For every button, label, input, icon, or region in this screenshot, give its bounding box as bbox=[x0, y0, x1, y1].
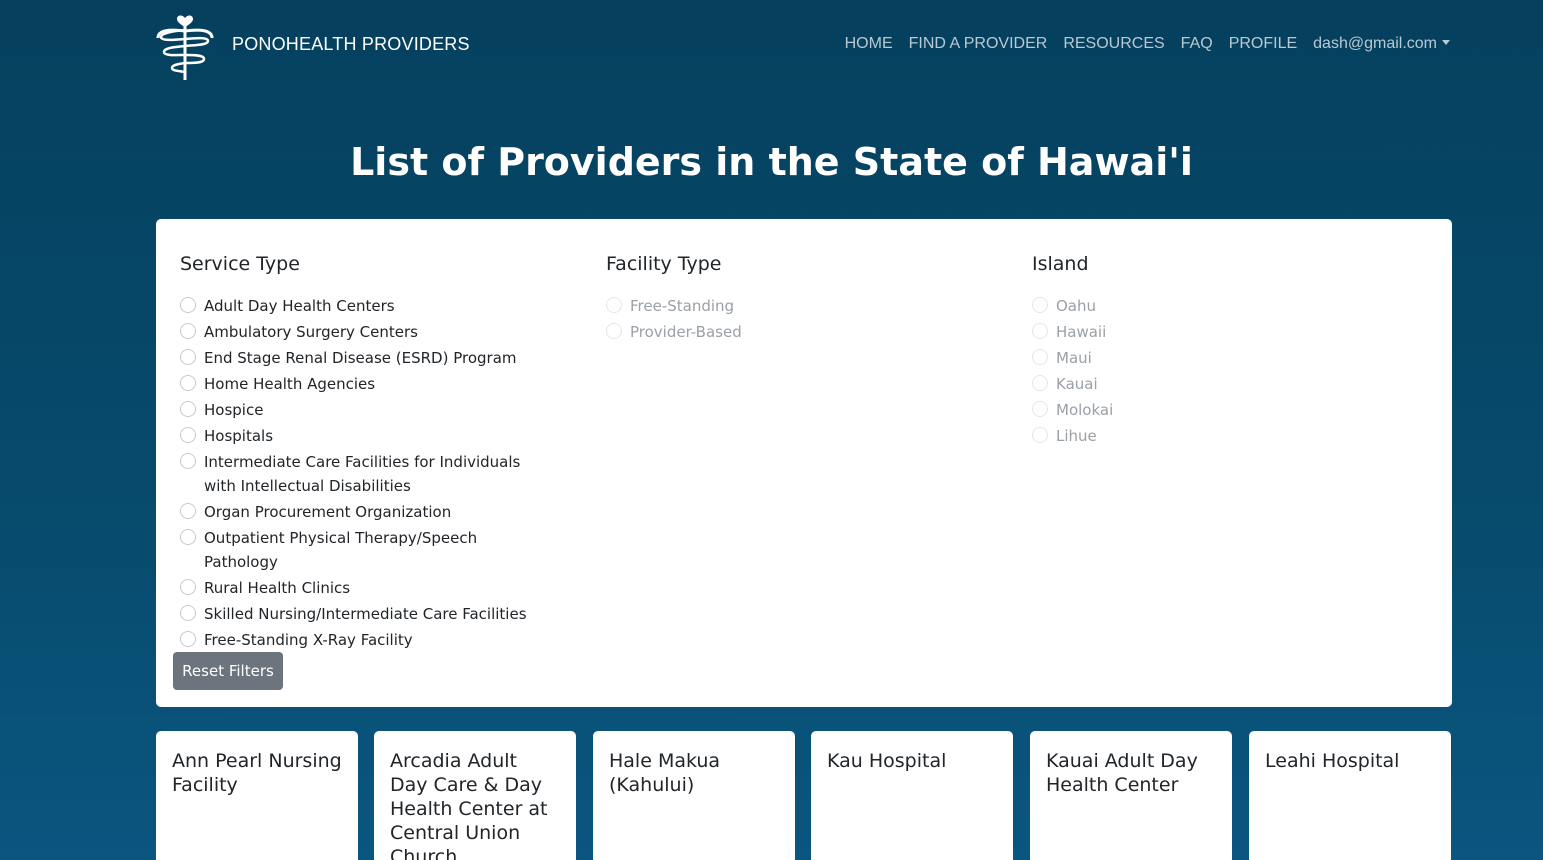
island-option-kauai[interactable]: Kauai bbox=[1032, 372, 1432, 396]
provider-name: Arcadia Adult Day Care & Day Health Cent… bbox=[390, 750, 548, 860]
radio-button[interactable] bbox=[606, 323, 622, 339]
service-option-ambulatory-surgery[interactable]: Ambulatory Surgery Centers bbox=[180, 320, 580, 344]
provider-card[interactable]: Leahi Hospital bbox=[1249, 731, 1451, 860]
provider-name: Kauai Adult Day Health Center bbox=[1046, 750, 1198, 796]
service-type-heading: Service Type bbox=[180, 253, 300, 275]
radio-button[interactable] bbox=[180, 375, 196, 391]
provider-card[interactable]: Ann Pearl Nursing Facility bbox=[156, 731, 358, 860]
island-option-oahu[interactable]: Oahu bbox=[1032, 294, 1432, 318]
service-option-home-health[interactable]: Home Health Agencies bbox=[180, 372, 580, 396]
radio-button[interactable] bbox=[1032, 401, 1048, 417]
radio-button[interactable] bbox=[180, 323, 196, 339]
radio-button[interactable] bbox=[1032, 349, 1048, 365]
radio-button[interactable] bbox=[180, 349, 196, 365]
radio-button[interactable] bbox=[1032, 297, 1048, 313]
caduceus-logo-icon bbox=[156, 15, 214, 80]
reset-filters-button[interactable]: Reset Filters bbox=[173, 652, 283, 690]
radio-button[interactable] bbox=[180, 427, 196, 443]
provider-name: Kau Hospital bbox=[827, 750, 947, 772]
nav-find-provider[interactable]: FIND A PROVIDER bbox=[909, 35, 1048, 53]
nav-home[interactable]: HOME bbox=[845, 35, 893, 53]
island-option-hawaii[interactable]: Hawaii bbox=[1032, 320, 1432, 344]
radio-button[interactable] bbox=[180, 453, 196, 469]
nav-links: HOME FIND A PROVIDER RESOURCES FAQ PROFI… bbox=[829, 35, 1450, 53]
nav-profile[interactable]: PROFILE bbox=[1229, 35, 1297, 53]
radio-button[interactable] bbox=[606, 297, 622, 313]
radio-button[interactable] bbox=[180, 503, 196, 519]
radio-button[interactable] bbox=[180, 631, 196, 647]
brand-name: PONOHEALTH PROVIDERS bbox=[232, 33, 470, 54]
island-option-maui[interactable]: Maui bbox=[1032, 346, 1432, 370]
nav-resources[interactable]: RESOURCES bbox=[1063, 35, 1164, 53]
island-option-molokai[interactable]: Molokai bbox=[1032, 398, 1432, 422]
service-option-rural-health[interactable]: Rural Health Clinics bbox=[180, 576, 580, 600]
island-filter: Island Oahu Hawaii Maui Kauai Molokai Li… bbox=[1032, 253, 1432, 450]
user-email: dash@gmail.com bbox=[1313, 35, 1437, 52]
service-option-intermediate-care[interactable]: Intermediate Care Facilities for Individ… bbox=[180, 450, 580, 498]
service-option-adult-day-health[interactable]: Adult Day Health Centers bbox=[180, 294, 580, 318]
service-type-filter: Service Type Adult Day Health Centers Am… bbox=[180, 253, 580, 654]
brand[interactable]: PONOHEALTH PROVIDERS bbox=[156, 6, 470, 82]
provider-name: Hale Makua (Kahului) bbox=[609, 750, 721, 796]
navbar: PONOHEALTH PROVIDERS HOME FIND A PROVIDE… bbox=[156, 0, 1450, 88]
island-option-lihue[interactable]: Lihue bbox=[1032, 424, 1432, 448]
user-menu-dropdown[interactable]: dash@gmail.com bbox=[1313, 35, 1450, 53]
facility-type-heading: Facility Type bbox=[606, 253, 722, 275]
service-option-outpatient-therapy[interactable]: Outpatient Physical Therapy/Speech Patho… bbox=[180, 526, 580, 574]
nav-faq[interactable]: FAQ bbox=[1181, 35, 1213, 53]
radio-button[interactable] bbox=[1032, 375, 1048, 391]
radio-button[interactable] bbox=[180, 297, 196, 313]
service-option-skilled-nursing[interactable]: Skilled Nursing/Intermediate Care Facili… bbox=[180, 602, 580, 626]
facility-option-provider-based[interactable]: Provider-Based bbox=[606, 320, 1006, 344]
filter-card: Service Type Adult Day Health Centers Am… bbox=[156, 219, 1452, 707]
page-title: List of Providers in the State of Hawai'… bbox=[350, 140, 1193, 184]
service-option-esrd[interactable]: End Stage Renal Disease (ESRD) Program bbox=[180, 346, 580, 370]
radio-button[interactable] bbox=[1032, 323, 1048, 339]
service-option-organ-procurement[interactable]: Organ Procurement Organization bbox=[180, 500, 580, 524]
island-heading: Island bbox=[1032, 253, 1089, 275]
service-option-hospitals[interactable]: Hospitals bbox=[180, 424, 580, 448]
service-option-hospice[interactable]: Hospice bbox=[180, 398, 580, 422]
provider-card[interactable]: Hale Makua (Kahului) bbox=[593, 731, 795, 860]
provider-card[interactable]: Kauai Adult Day Health Center bbox=[1030, 731, 1232, 860]
radio-button[interactable] bbox=[180, 605, 196, 621]
radio-button[interactable] bbox=[180, 401, 196, 417]
facility-option-free-standing[interactable]: Free-Standing bbox=[606, 294, 1006, 318]
radio-button[interactable] bbox=[180, 579, 196, 595]
service-option-xray[interactable]: Free-Standing X-Ray Facility bbox=[180, 628, 580, 652]
radio-button[interactable] bbox=[1032, 427, 1048, 443]
provider-card[interactable]: Arcadia Adult Day Care & Day Health Cent… bbox=[374, 731, 576, 860]
radio-button[interactable] bbox=[180, 529, 196, 545]
provider-name: Leahi Hospital bbox=[1265, 750, 1400, 772]
facility-type-filter: Facility Type Free-Standing Provider-Bas… bbox=[606, 253, 1006, 346]
provider-card[interactable]: Kau Hospital bbox=[811, 731, 1013, 860]
caret-down-icon bbox=[1442, 40, 1450, 45]
provider-name: Ann Pearl Nursing Facility bbox=[172, 750, 342, 796]
